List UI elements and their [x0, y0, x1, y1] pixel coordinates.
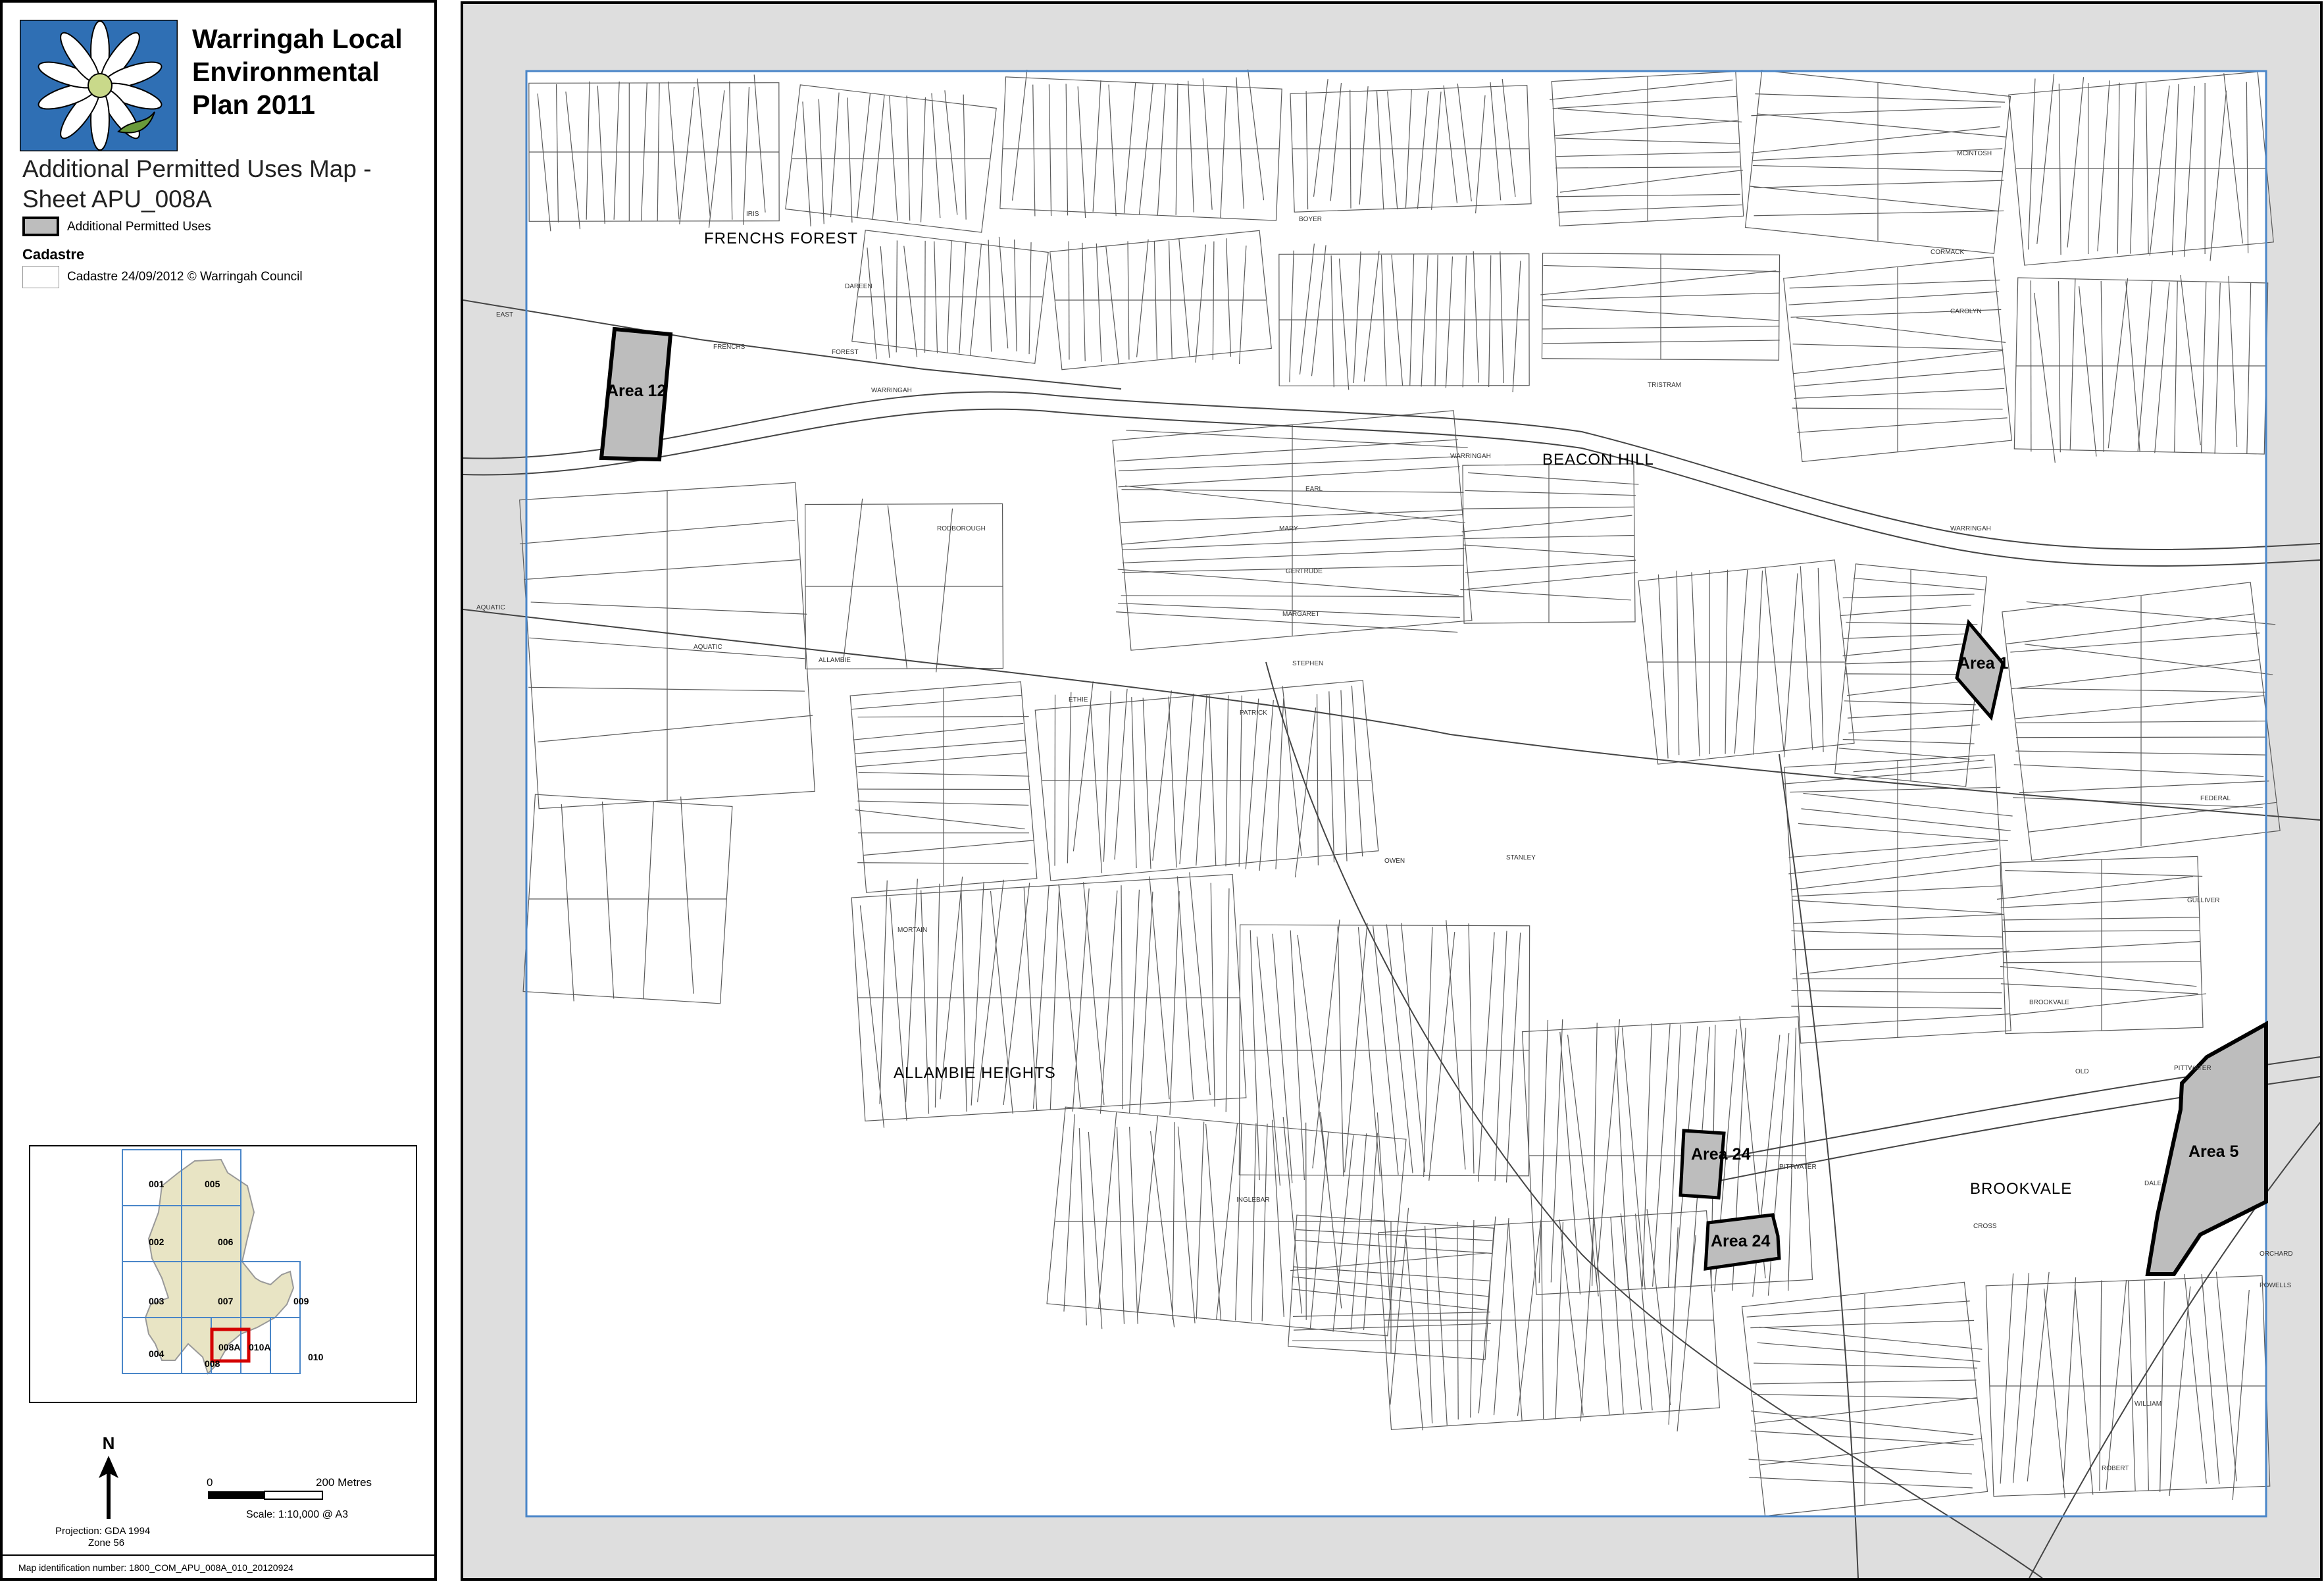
suburb-label-allambie-heights: ALLAMBIE HEIGHTS [894, 1064, 1056, 1082]
flannel-flower-logo [20, 20, 178, 151]
street-label: RODBOROUGH [937, 525, 986, 532]
street-label: WARRINGAH [1950, 525, 1991, 532]
street-label: STANLEY [1506, 854, 1536, 861]
street-label: MORTAIN [897, 927, 927, 934]
map-title-line-2: Sheet APU_008A [22, 186, 212, 213]
street-label: OLD [2075, 1068, 2089, 1075]
cadastre-legend-swatch [22, 266, 59, 288]
street-label: DAREEN [845, 283, 872, 290]
street-label: GULLIVER [2187, 897, 2219, 904]
sheet-label: 009 [293, 1296, 309, 1306]
map-id: Map identification number: 1800_COM_APU_… [18, 1562, 293, 1573]
street-label: MARGARET [1282, 611, 1320, 618]
cadastre-map[interactable]: Area 12 Area 1 Area 24 Area 24 Area 5 FR… [463, 4, 2320, 1578]
suburb-label-brookvale: BROOKVALE [1970, 1180, 2072, 1198]
street-label: DALE [2144, 1180, 2161, 1187]
sheet-label: 004 [149, 1348, 164, 1359]
scale-start-label: 0 [207, 1476, 213, 1489]
map-frame[interactable]: Area 12 Area 1 Area 24 Area 24 Area 5 FR… [461, 1, 2323, 1581]
sheet-label: 006 [218, 1237, 234, 1247]
street-label: EARL [1305, 486, 1323, 493]
street-label: AQUATIC [694, 644, 722, 651]
street-label: CORMACK [1931, 249, 1964, 256]
street-label: WILLIAM [2135, 1400, 2161, 1408]
street-label: ALLAMBIE [819, 657, 851, 664]
area-1-label: Area 1 [1958, 654, 2009, 673]
plan-title-line-1: Warringah Local [192, 24, 403, 54]
street-label: GERTRUDE [1286, 568, 1323, 575]
sheet-label: 010A [249, 1342, 270, 1352]
street-label: PATRICK [1240, 709, 1267, 717]
apu-legend-label: Additional Permitted Uses [67, 220, 211, 234]
street-label: IRIS [746, 211, 759, 218]
suburb-label-beacon-hill: BEACON HILL [1542, 451, 1654, 469]
street-label: MCINTOSH [1957, 150, 1992, 157]
scale-bar: 0 200 Metres Scale: 1:10,000 @ A3 [207, 1476, 372, 1520]
projection-line-1: Projection: GDA 1994 [55, 1526, 151, 1537]
area-24-north-label: Area 24 [1691, 1145, 1750, 1164]
street-label: POWELLS [2260, 1282, 2292, 1289]
sheet-label: 003 [149, 1296, 164, 1306]
sheet-label: 001 [149, 1179, 164, 1189]
map-title-line-1: Additional Permitted Uses Map - [22, 155, 372, 182]
street-label: ORCHARD [2260, 1250, 2293, 1258]
street-label: BROOKVALE [2029, 999, 2069, 1006]
area-12-label: Area 12 [607, 382, 666, 400]
sheet-label: 002 [149, 1237, 164, 1247]
sheet-label-current: 008A [218, 1342, 240, 1352]
street-label: WARRINGAH [1450, 453, 1491, 460]
apu-legend-swatch [22, 217, 59, 236]
street-label: STEPHEN [1292, 660, 1323, 667]
locator-map-svg: 001 005 002 006 003 007 009 004 008 008A… [122, 1149, 324, 1375]
street-label: AQUATIC [476, 604, 505, 611]
street-label: FOREST [832, 349, 859, 356]
street-label: CROSS [1973, 1223, 1997, 1230]
street-label: INGLEBAR [1236, 1196, 1270, 1204]
cadastre-legend-label: Cadastre 24/09/2012 © Warringah Council [67, 270, 303, 284]
street-label: CAROLYN [1950, 308, 1982, 315]
scale-text: Scale: 1:10,000 @ A3 [246, 1509, 348, 1520]
cadastre-heading: Cadastre [22, 246, 85, 263]
legend-panel: Warringah Local Environmental Plan 2011 … [0, 0, 437, 1581]
area-24-north-polygon[interactable] [1679, 1129, 1726, 1200]
street-label: ROBERT [2102, 1465, 2129, 1472]
scale-end-label: 200 Metres [316, 1476, 372, 1489]
street-label: EAST [496, 311, 513, 319]
north-label: N [103, 1433, 115, 1453]
street-label: ETHIE [1069, 696, 1088, 704]
street-label: FEDERAL [2200, 795, 2231, 802]
street-label: PITTWATER [1779, 1164, 1817, 1171]
street-label: FRENCHS [713, 344, 745, 351]
street-label: MARY [1279, 525, 1298, 532]
street-label: BOYER [1299, 216, 1322, 223]
footer-divider [3, 1554, 434, 1556]
street-label: OWEN [1384, 858, 1405, 865]
sheet-label: 010 [308, 1352, 324, 1362]
area-24-south-label: Area 24 [1711, 1232, 1770, 1250]
sheet-label: 008 [205, 1358, 220, 1369]
projection-line-2: Zone 56 [88, 1537, 125, 1549]
sheet-label: 007 [218, 1296, 234, 1306]
plan-title-line-3: Plan 2011 [192, 90, 315, 120]
sheet-label: 005 [205, 1179, 220, 1189]
suburb-label-frenchs-forest: FRENCHS FOREST [704, 230, 858, 247]
street-label: WARRINGAH [871, 387, 912, 394]
street-label: PITTWATER [2174, 1065, 2211, 1072]
north-arrow: N [99, 1433, 118, 1519]
area-5-label: Area 5 [2188, 1142, 2239, 1161]
locator-map: 001 005 002 006 003 007 009 004 008 008A… [29, 1145, 417, 1403]
plan-title-line-2: Environmental [192, 57, 380, 87]
street-label: TRISTRAM [1648, 382, 1681, 389]
